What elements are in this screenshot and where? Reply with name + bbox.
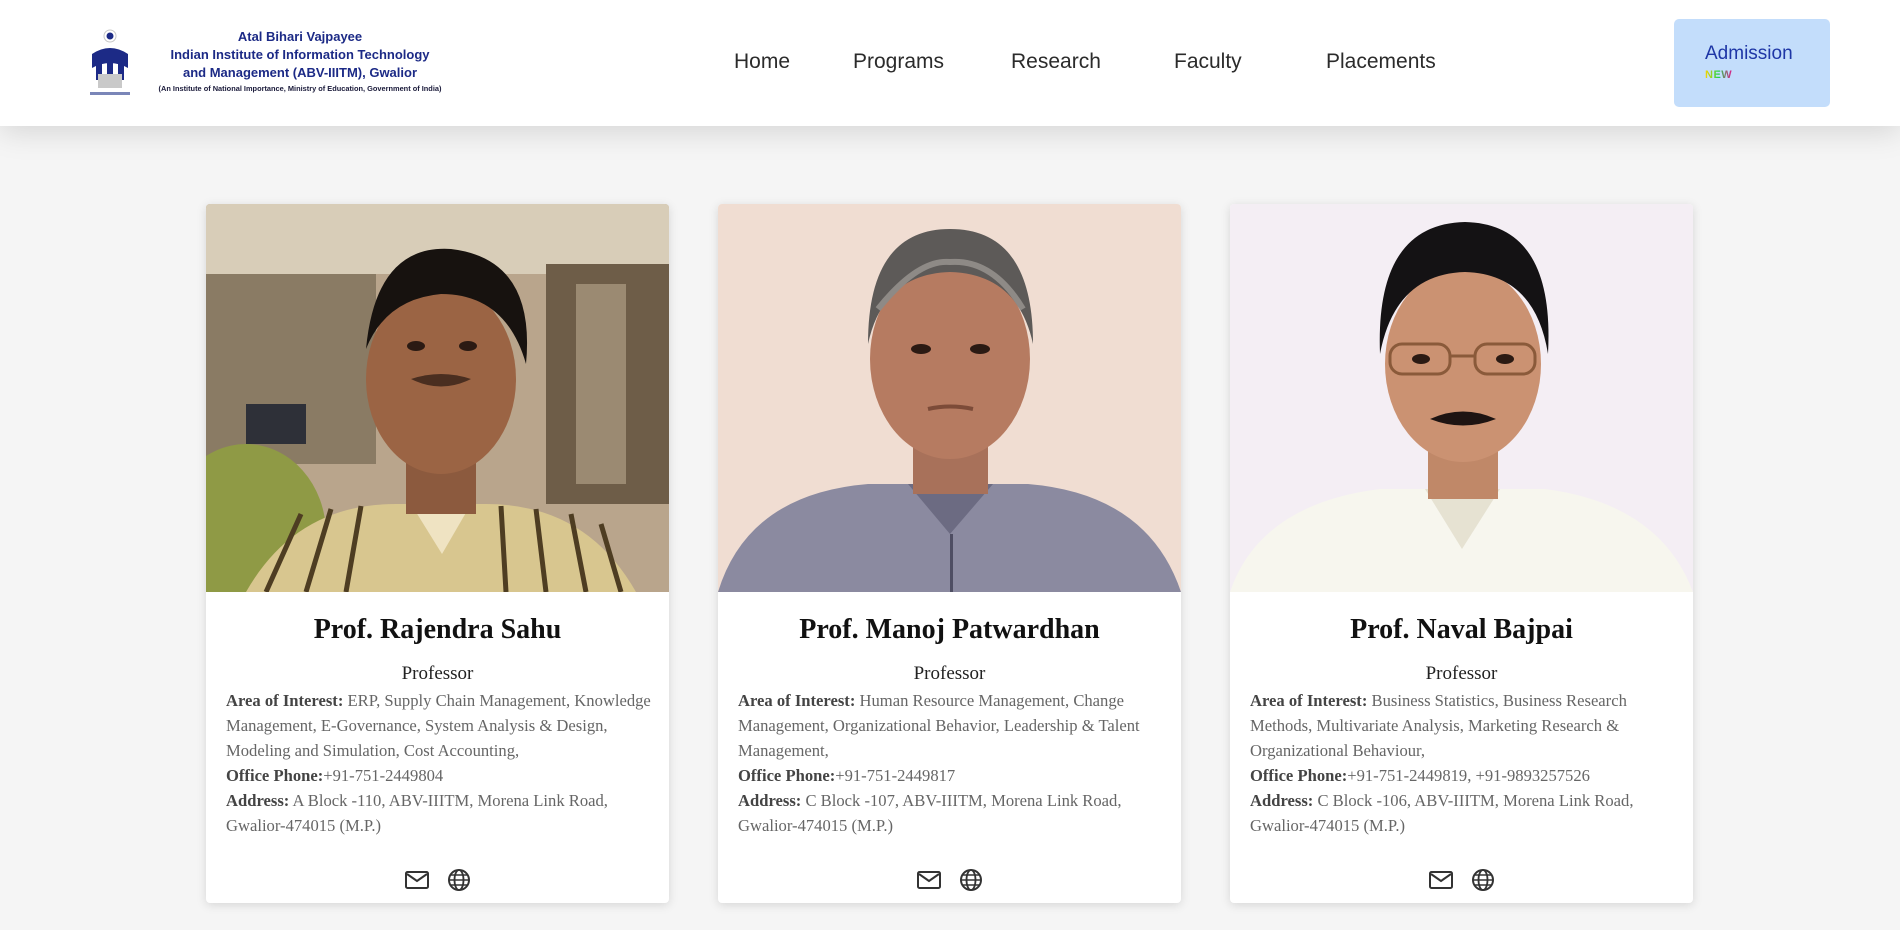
logo-line-2: Indian Institute of Information Technolo… xyxy=(170,47,430,62)
nav-faculty[interactable]: Faculty xyxy=(1174,50,1242,74)
nav-programs[interactable]: Programs xyxy=(853,50,944,74)
faculty-details: Area of Interest: Human Resource Managem… xyxy=(738,688,1166,838)
logo-line-1: Atal Bihari Vajpayee xyxy=(237,29,363,44)
address-label: Address: xyxy=(1250,791,1314,810)
office-address: Address: A Block -110, ABV-IIITM, Morena… xyxy=(226,788,654,838)
contact-links xyxy=(1230,868,1693,892)
faculty-designation: Professor xyxy=(1425,663,1498,684)
globe-icon[interactable] xyxy=(956,868,986,892)
institute-name: Atal Bihari Vajpayee Indian Institute of… xyxy=(142,28,458,96)
mail-icon[interactable] xyxy=(1426,868,1456,892)
office-phone: Office Phone:+91-751-2449817 xyxy=(738,763,1166,788)
area-of-interest: Area of Interest: ERP, Supply Chain Mana… xyxy=(226,688,654,763)
mail-icon[interactable] xyxy=(914,868,944,892)
mail-icon[interactable] xyxy=(402,868,432,892)
admission-label: Admission xyxy=(1705,43,1793,64)
faculty-name: Prof. Rajendra Sahu xyxy=(313,614,562,645)
nav-placements[interactable]: Placements xyxy=(1326,50,1436,74)
address-label: Address: xyxy=(226,791,290,810)
area-of-interest: Area of Interest: Business Statistics, B… xyxy=(1250,688,1678,763)
globe-icon[interactable] xyxy=(1468,868,1498,892)
office-address: Address: C Block -106, ABV-IIITM, Morena… xyxy=(1250,788,1678,838)
faculty-card-naval-bajpai: Prof. Naval Bajpai Professor Area of Int… xyxy=(1230,204,1693,903)
phone-value: +91-751-2449819, +91-9893257526 xyxy=(1347,766,1590,785)
phone-label: Office Phone: xyxy=(226,766,324,785)
faculty-name: Prof. Naval Bajpai xyxy=(1350,614,1573,645)
nav-home[interactable]: Home xyxy=(734,50,790,74)
office-phone: Office Phone:+91-751-2449819, +91-989325… xyxy=(1250,763,1678,788)
address-label: Address: xyxy=(738,791,802,810)
faculty-card-rajendra-sahu: Prof. Rajendra Sahu Professor Area of In… xyxy=(206,204,669,903)
faculty-photo xyxy=(206,204,669,592)
logo-tagline: (An Institute of National Importance, Mi… xyxy=(158,84,442,93)
globe-icon[interactable] xyxy=(444,868,474,892)
contact-links xyxy=(718,868,1181,892)
contact-links xyxy=(206,868,669,892)
logo-line-3: and Management (ABV-IIITM), Gwalior xyxy=(182,65,418,80)
faculty-name: Prof. Manoj Patwardhan xyxy=(799,614,1100,645)
office-address: Address: C Block -107, ABV-IIITM, Morena… xyxy=(738,788,1166,838)
nav-research[interactable]: Research xyxy=(1011,50,1101,74)
faculty-designation: Professor xyxy=(913,663,986,684)
institute-emblem-icon xyxy=(90,29,130,95)
phone-value: +91-751-2449804 xyxy=(323,766,444,785)
interest-label: Area of Interest: xyxy=(1250,691,1368,710)
faculty-card-manoj-patwardhan: Prof. Manoj Patwardhan Professor Area of… xyxy=(718,204,1181,903)
interest-label: Area of Interest: xyxy=(226,691,344,710)
phone-label: Office Phone: xyxy=(738,766,836,785)
site-header: Atal Bihari Vajpayee Indian Institute of… xyxy=(0,0,1900,126)
phone-value: +91-751-2449817 xyxy=(835,766,956,785)
faculty-details: Area of Interest: Business Statistics, B… xyxy=(1250,688,1678,838)
area-of-interest: Area of Interest: Human Resource Managem… xyxy=(738,688,1166,763)
interest-label: Area of Interest: xyxy=(738,691,856,710)
admission-button[interactable]: Admission NEW xyxy=(1674,19,1830,107)
faculty-photo xyxy=(718,204,1181,592)
office-phone: Office Phone:+91-751-2449804 xyxy=(226,763,654,788)
faculty-photo xyxy=(1230,204,1693,592)
institute-logo[interactable]: Atal Bihari Vajpayee Indian Institute of… xyxy=(88,24,458,100)
phone-label: Office Phone: xyxy=(1250,766,1348,785)
faculty-designation: Professor xyxy=(401,663,474,684)
new-badge: NEW xyxy=(1705,69,1733,81)
faculty-details: Area of Interest: ERP, Supply Chain Mana… xyxy=(226,688,654,838)
